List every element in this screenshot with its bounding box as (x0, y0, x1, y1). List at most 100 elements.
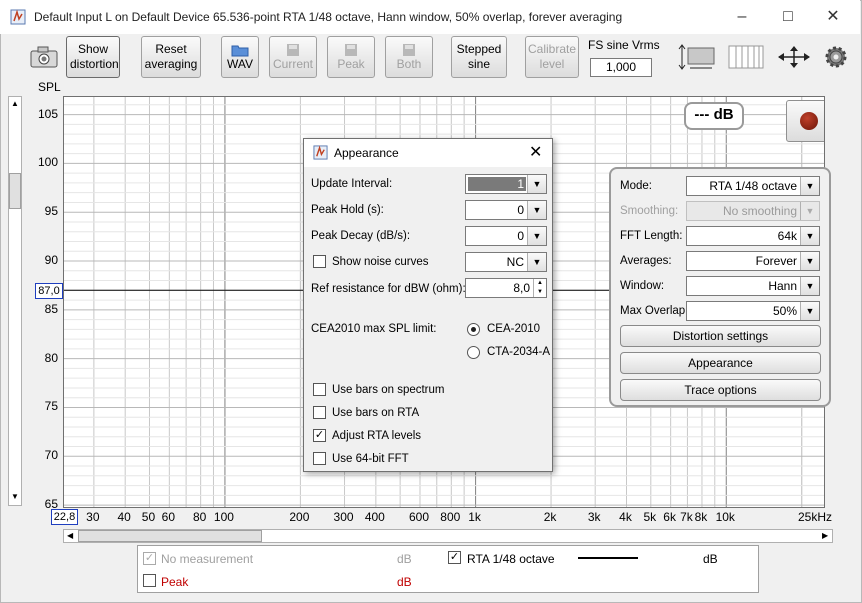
x-tick-label: 25kHz (797, 510, 832, 524)
window-select[interactable]: Hann ▼ (686, 276, 820, 296)
cea-2010-radio[interactable] (467, 323, 480, 336)
fft-length-select[interactable]: 64k ▼ (686, 226, 820, 246)
peak-hold-select[interactable]: 0 ▼ (465, 200, 547, 220)
adjust-rta-checkbox[interactable]: ✓ (313, 429, 326, 442)
chevron-down-icon: ▼ (800, 202, 819, 220)
cta-2034-radio[interactable] (467, 346, 480, 359)
x-tick-label: 2k (543, 510, 557, 524)
x-tick-label: 10k (715, 510, 735, 524)
reset-averaging-button[interactable]: Reset averaging (141, 36, 201, 78)
peak-trace-checkbox[interactable] (143, 574, 156, 587)
scroll-left-icon[interactable]: ◀ (67, 530, 73, 542)
horizontal-scrollbar[interactable]: ◀ ▶ (63, 529, 833, 543)
show-noise-checkbox[interactable] (313, 255, 326, 268)
mode-label: Mode: (620, 180, 652, 192)
cursor-y-readout: 87,0 (35, 283, 63, 299)
peak-trace-label: Peak (161, 575, 189, 589)
mode-select[interactable]: RTA 1/48 octave ▼ (686, 176, 820, 196)
y-tick-label: 80 (44, 350, 58, 365)
bars-spectrum-label: Use bars on spectrum (332, 384, 445, 396)
folder-icon (231, 45, 249, 56)
cta-2034-label: CTA-2034-A (487, 346, 551, 358)
rta-trace-swatch (578, 557, 638, 559)
trace-options-button[interactable]: Trace options (620, 379, 821, 401)
averages-label: Averages: (620, 255, 672, 267)
dialog-title-bar: Appearance ✕ (304, 139, 552, 167)
chevron-down-icon: ▼ (527, 253, 546, 271)
current-button[interactable]: Current (269, 36, 317, 78)
stepped-sine-button[interactable]: Stepped sine (451, 36, 507, 78)
peak-button[interactable]: Peak (327, 36, 375, 78)
columns-icon[interactable] (728, 44, 764, 70)
x-tick-label: 200 (289, 510, 310, 524)
maximize-icon[interactable]: □ (766, 4, 810, 30)
distortion-settings-button[interactable]: Distortion settings (620, 325, 821, 347)
y-tick-label: 70 (44, 448, 58, 463)
smoothing-select[interactable]: No smoothing ▼ (686, 201, 820, 221)
pan-arrows-icon[interactable] (776, 44, 812, 70)
trace-legend: ✓ No measurement dB ✓ RTA 1/48 octave dB… (137, 545, 759, 593)
both-button[interactable]: Both (385, 36, 433, 78)
show-noise-label: Show noise curves (332, 256, 429, 268)
close-icon[interactable]: ✕ (811, 4, 855, 30)
fs-sine-label: FS sine Vrms (588, 38, 660, 52)
ref-resistance-label: Ref resistance for dBW (ohm): (311, 283, 466, 295)
x-tick-label: 30 (86, 510, 100, 524)
save-icon (403, 43, 415, 56)
adjust-rta-label: Adjust RTA levels (332, 430, 422, 442)
app-icon (313, 145, 328, 160)
use-64bit-checkbox[interactable] (313, 452, 326, 465)
update-interval-select[interactable]: 1 ▼ (465, 174, 547, 194)
x-tick-label: 100 (213, 510, 234, 524)
max-overlap-select[interactable]: 50% ▼ (686, 301, 820, 321)
rta-trace-checkbox[interactable]: ✓ (448, 551, 461, 564)
ref-resistance-spinner[interactable]: 8,0 ▲ ▼ (465, 278, 547, 298)
appearance-dialog: Appearance ✕ Update Interval: 1 ▼ Peak Ho… (303, 138, 553, 472)
show-distortion-button[interactable]: Show distortion (66, 36, 120, 78)
rta-settings-panel: Mode: RTA 1/48 octave ▼ Smoothing: No smo… (609, 167, 831, 407)
minimize-icon[interactable]: – (720, 4, 764, 30)
save-icon (345, 43, 357, 56)
no-measurement-checkbox[interactable]: ✓ (143, 552, 156, 565)
noise-curve-select[interactable]: NC ▼ (465, 252, 547, 272)
rta-trace-unit: dB (703, 552, 718, 566)
app-icon (10, 9, 26, 25)
wav-button[interactable]: WAV (221, 36, 259, 78)
record-button[interactable] (786, 100, 824, 142)
window-title: Default Input L on Default Device 65.536… (34, 10, 623, 24)
max-overlap-label: Max Overlap: (620, 305, 689, 317)
scroll-right-icon[interactable]: ▶ (822, 530, 828, 542)
calibrate-level-button[interactable]: Calibrate level (525, 36, 579, 78)
chevron-down-icon: ▼ (800, 227, 819, 245)
window-label: Window: (620, 280, 665, 292)
chevron-down-icon: ▼ (800, 302, 819, 320)
y-tick-label: 105 (37, 106, 58, 121)
fs-sine-input[interactable]: 1,000 (590, 58, 652, 77)
scroll-down-icon[interactable]: ▼ (11, 492, 19, 501)
use-64bit-label: Use 64-bit FFT (332, 453, 409, 465)
resize-vertical-icon[interactable] (678, 44, 718, 70)
dialog-close-icon[interactable]: ✕ (529, 142, 542, 162)
peak-decay-select[interactable]: 0 ▼ (465, 226, 547, 246)
bars-rta-label: Use bars on RTA (332, 407, 420, 419)
cea-limit-label: CEA2010 max SPL limit: (311, 323, 437, 335)
appearance-button[interactable]: Appearance (620, 352, 821, 374)
averages-select[interactable]: Forever ▼ (686, 251, 820, 271)
x-tick-label: 300 (333, 510, 354, 524)
smoothing-label: Smoothing: (620, 205, 679, 217)
x-tick-label: 60 (161, 510, 175, 524)
hscroll-thumb[interactable] (78, 530, 262, 542)
peak-hold-label: Peak Hold (s): (311, 204, 384, 216)
cursor-x-readout: 22,8 (51, 509, 78, 525)
y-tick-label: 100 (37, 155, 58, 170)
bars-rta-checkbox[interactable] (313, 406, 326, 419)
no-measurement-label: No measurement (161, 552, 254, 566)
bars-spectrum-checkbox[interactable] (313, 383, 326, 396)
camera-icon[interactable] (28, 44, 60, 70)
x-tick-label: 3k (587, 510, 601, 524)
peak-decay-label: Peak Decay (dB/s): (311, 230, 411, 242)
gear-icon[interactable] (823, 44, 849, 70)
scroll-up-icon[interactable]: ▲ (11, 99, 19, 108)
no-measurement-unit: dB (397, 552, 412, 566)
spinner-arrows-icon: ▲ ▼ (533, 279, 546, 297)
